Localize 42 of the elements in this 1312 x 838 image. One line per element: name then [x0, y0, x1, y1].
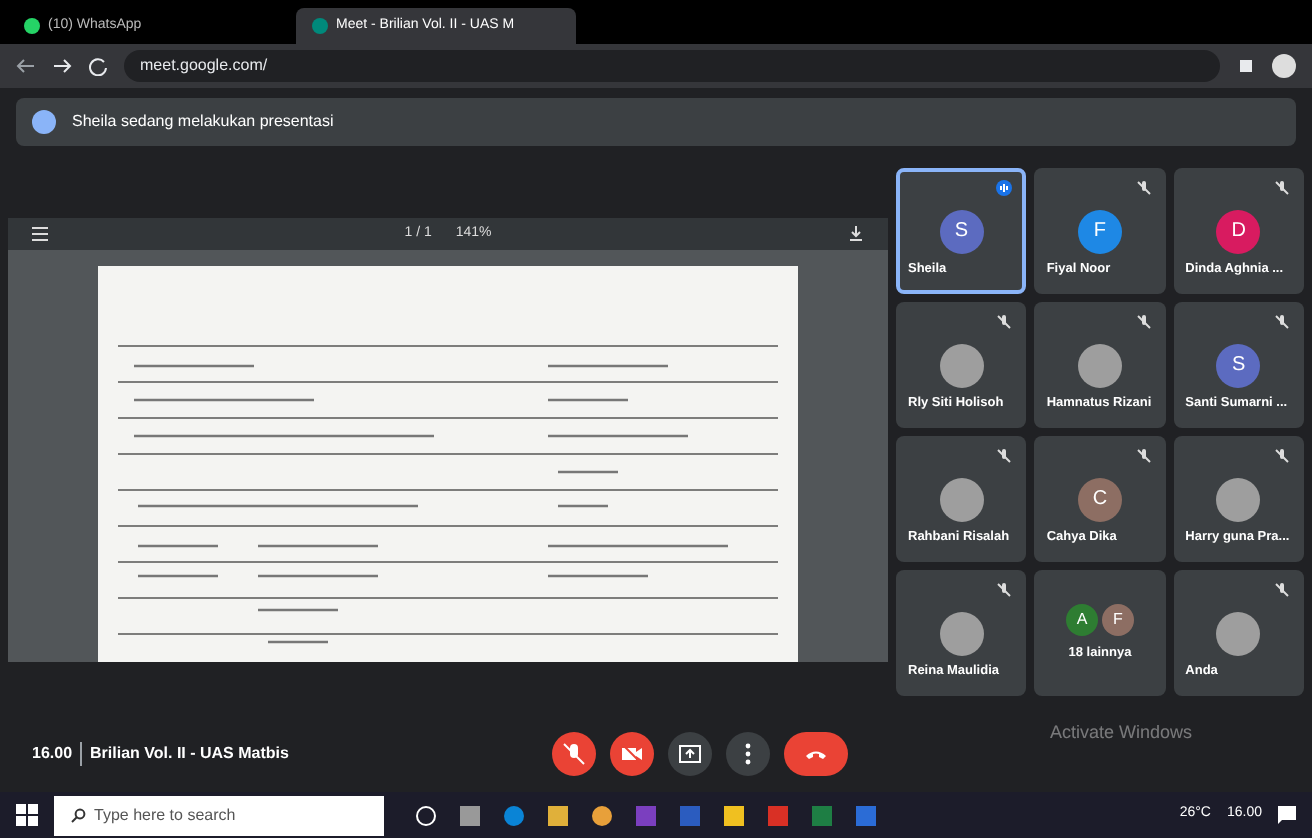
- avatar-photo-placeholder: [939, 343, 984, 387]
- taskbar-search-field[interactable]: Type here to search: [54, 795, 384, 835]
- reload-icon[interactable]: [88, 56, 108, 76]
- avatar-initial: S: [939, 209, 984, 253]
- leave-button[interactable]: [784, 732, 848, 776]
- menu-icon[interactable]: [32, 226, 48, 242]
- avatar-initial: F: [1077, 209, 1122, 253]
- camera-button[interactable]: [610, 732, 654, 776]
- taskbar-app-icon[interactable]: [592, 805, 612, 825]
- notification-icon[interactable]: [1278, 806, 1296, 824]
- present-button[interactable]: [668, 732, 712, 776]
- extensions-icon[interactable]: [1236, 56, 1256, 76]
- taskbar-app-icon[interactable]: [460, 805, 480, 825]
- avatar-photo-placeholder: [939, 611, 984, 655]
- present-screen-icon: [676, 740, 704, 768]
- avatar-initial: F: [1101, 603, 1134, 636]
- start-icon[interactable]: [16, 804, 38, 826]
- avatar-initial: S: [1216, 343, 1261, 387]
- back-icon[interactable]: [16, 56, 36, 76]
- download-icon[interactable]: [848, 226, 864, 242]
- taskbar-app-icon[interactable]: [416, 805, 436, 825]
- meeting-title: Brilian Vol. II - UAS Matbis: [80, 742, 289, 766]
- address-bar[interactable]: meet.google.com/: [124, 50, 1220, 82]
- activation-notice: Activate Windows: [1049, 720, 1192, 746]
- taskbar-app-icon[interactable]: [548, 805, 568, 825]
- meeting-time: 16.00: [32, 742, 73, 766]
- avatar-initial: A: [1065, 603, 1098, 636]
- avatar-photo-placeholder: [1216, 611, 1261, 655]
- forward-icon[interactable]: [52, 56, 72, 76]
- avatar-photo-placeholder: [939, 477, 984, 521]
- more-button[interactable]: [726, 732, 770, 776]
- avatar-photo-placeholder: [1216, 477, 1261, 521]
- banner-text: Sheila sedang melakukan presentasi: [72, 110, 334, 134]
- mic-button[interactable]: [552, 732, 596, 776]
- mic-off-icon: [560, 740, 588, 768]
- taskbar-app-icon[interactable]: [724, 805, 744, 825]
- profile-avatar[interactable]: [1272, 54, 1296, 78]
- avatar-initial: D: [1216, 209, 1261, 253]
- avatar-photo-placeholder: [1077, 343, 1122, 387]
- avatar-initial: C: [1077, 477, 1122, 521]
- search-icon: [70, 807, 86, 823]
- presenting-icon: [32, 110, 56, 134]
